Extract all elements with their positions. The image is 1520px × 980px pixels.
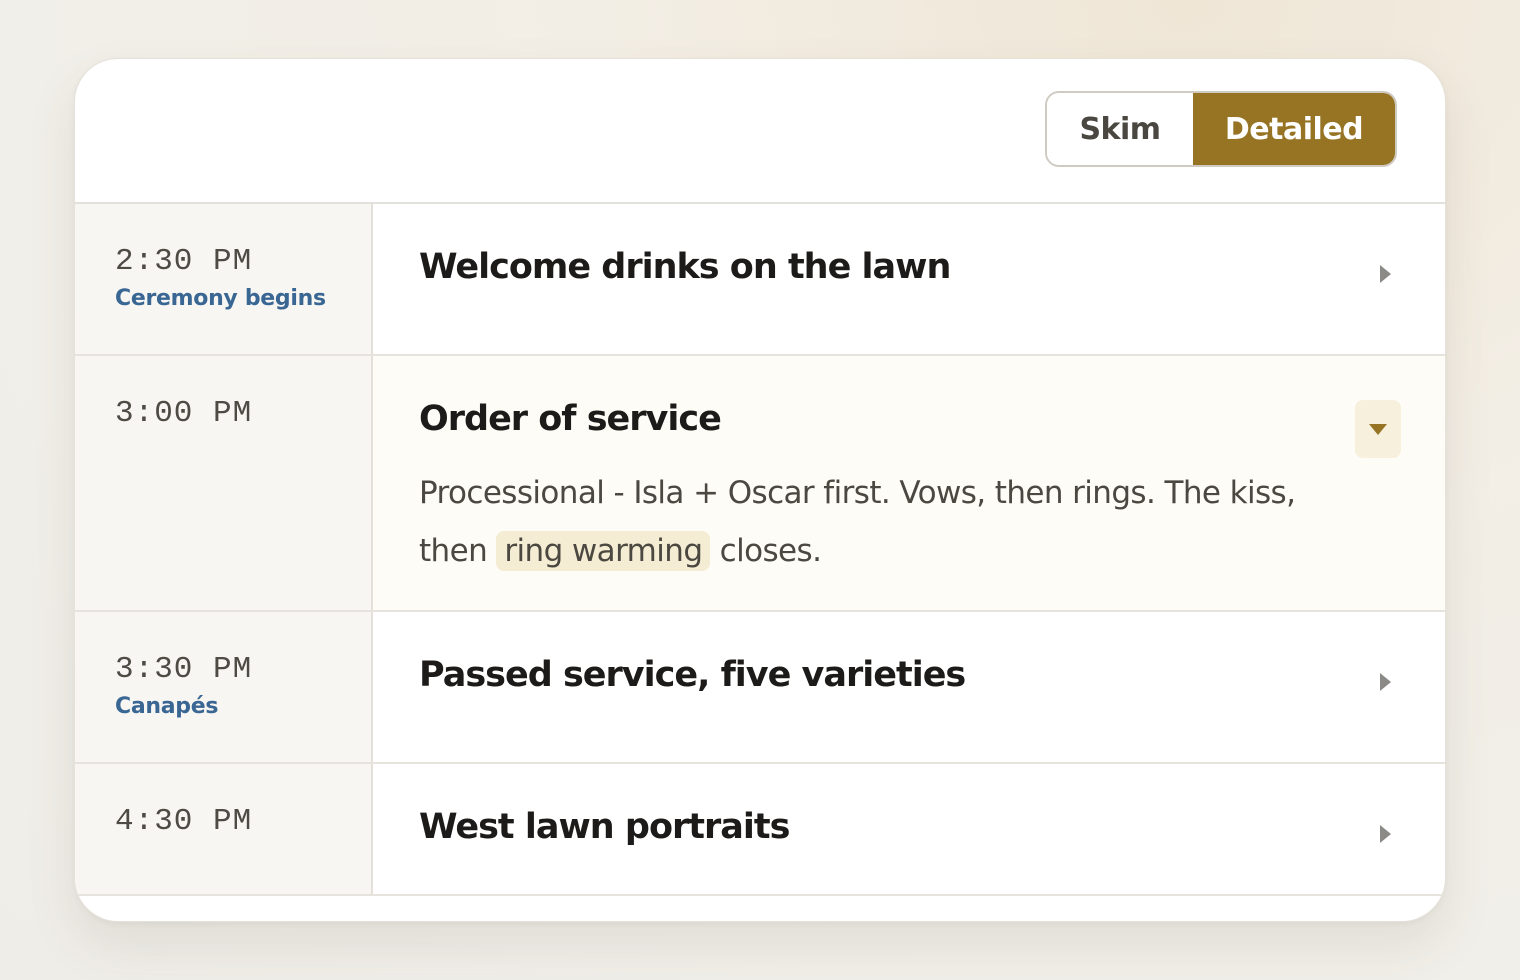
time-cell: 3:30 PM Canapés (75, 612, 373, 762)
card-header: Skim Detailed (75, 59, 1445, 204)
item-title: West lawn portraits (419, 807, 790, 847)
item-content[interactable]: Order of service Processional - Isla + O… (373, 356, 1445, 610)
chevron-right-icon[interactable] (1380, 825, 1391, 843)
item-content[interactable]: West lawn portraits (373, 764, 1445, 894)
schedule-list: 2:30 PM Ceremony begins Welcome drinks o… (75, 204, 1445, 896)
item-title: Order of service (419, 399, 722, 439)
time-cell: 4:30 PM (75, 764, 373, 894)
item-content[interactable]: Passed service, five varieties (373, 612, 1445, 762)
time-text: 3:00 PM (115, 396, 253, 431)
schedule-card: Skim Detailed 2:30 PM Ceremony begins We… (74, 58, 1446, 922)
highlighted-term: ring warming (496, 531, 711, 571)
skim-button[interactable]: Skim (1047, 93, 1193, 165)
chevron-right-icon[interactable] (1380, 673, 1391, 691)
chevron-right-icon[interactable] (1380, 265, 1391, 283)
schedule-row[interactable]: 4:30 PM West lawn portraits (75, 764, 1445, 896)
time-label: Canapés (115, 694, 219, 719)
item-title: Welcome drinks on the lawn (419, 247, 951, 287)
schedule-row-expanded[interactable]: 3:00 PM Order of service Processional - … (75, 356, 1445, 612)
time-cell: 3:00 PM (75, 356, 373, 610)
time-cell: 2:30 PM Ceremony begins (75, 204, 373, 354)
item-content[interactable]: Welcome drinks on the lawn (373, 204, 1445, 354)
view-mode-toggle: Skim Detailed (1045, 91, 1397, 167)
time-text: 4:30 PM (115, 804, 253, 839)
time-label: Ceremony begins (115, 286, 326, 311)
time-text: 2:30 PM (115, 244, 253, 279)
description-text: closes. (710, 533, 822, 569)
item-description: Processional - Isla + Oscar first. Vows,… (419, 464, 1359, 580)
item-title: Passed service, five varieties (419, 655, 966, 695)
schedule-row[interactable]: 3:30 PM Canapés Passed service, five var… (75, 612, 1445, 764)
collapse-button[interactable] (1355, 400, 1401, 458)
schedule-row[interactable]: 2:30 PM Ceremony begins Welcome drinks o… (75, 204, 1445, 356)
time-text: 3:30 PM (115, 652, 253, 687)
detailed-button[interactable]: Detailed (1193, 93, 1395, 165)
chevron-down-icon (1369, 424, 1387, 435)
